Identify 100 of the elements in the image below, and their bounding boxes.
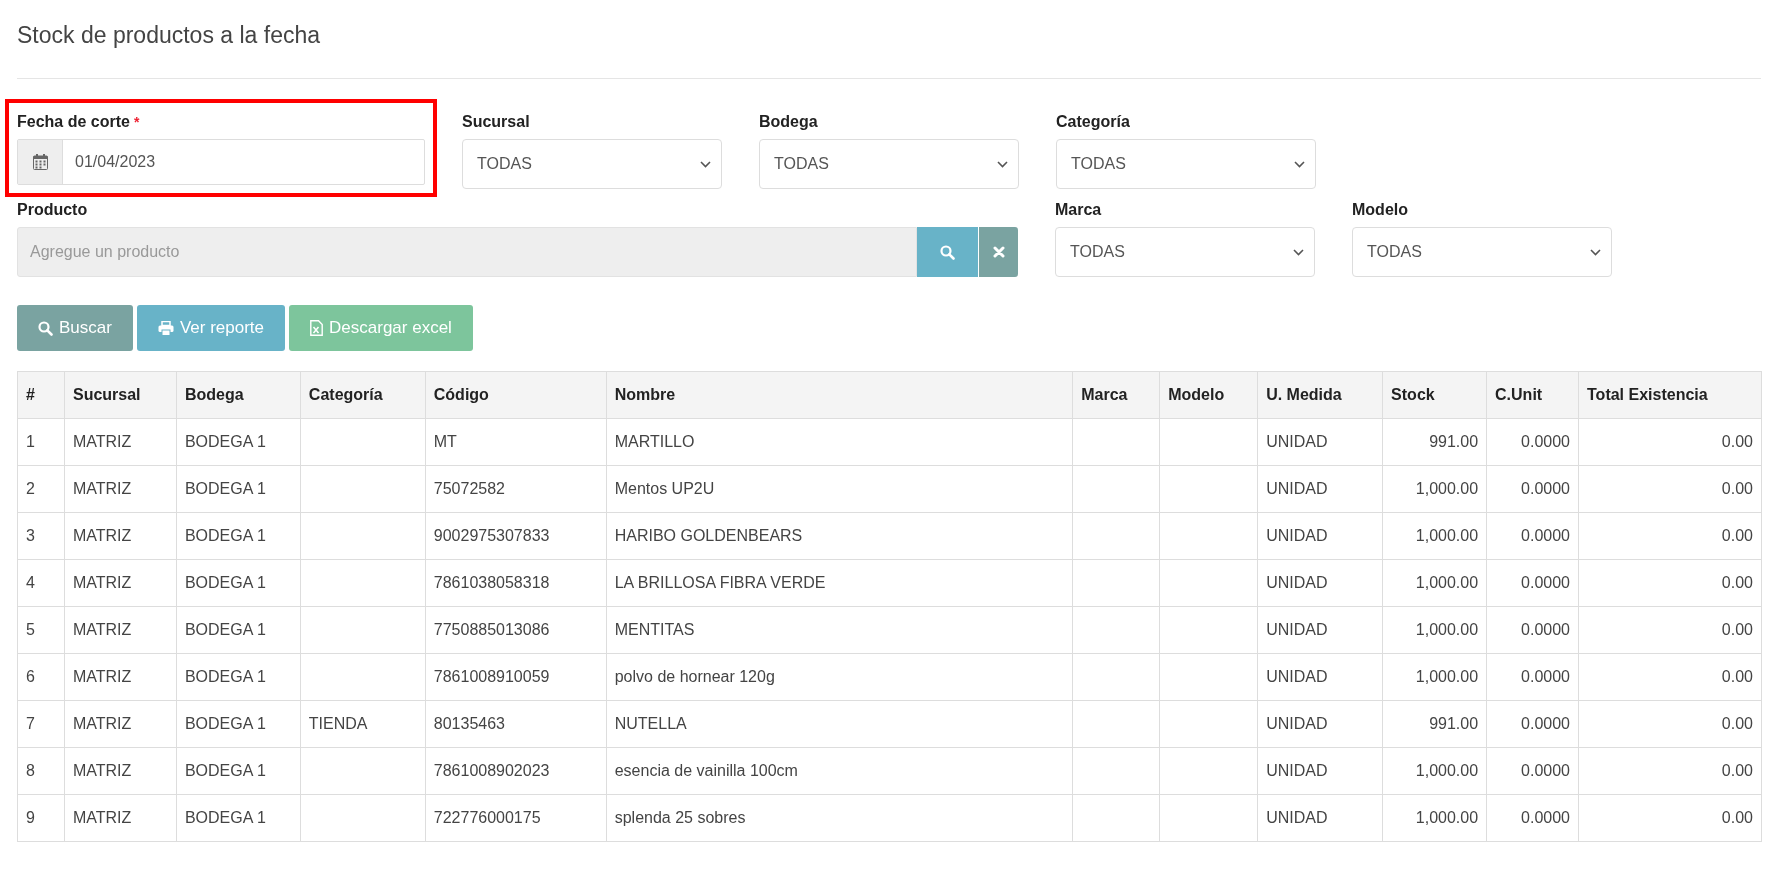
clear-button[interactable] bbox=[978, 227, 1018, 277]
table-cell: BODEGA 1 bbox=[176, 794, 301, 842]
table-cell: 0.00 bbox=[1578, 512, 1762, 560]
field-value: TODAS bbox=[476, 155, 532, 173]
table-cell: 0.0000 bbox=[1486, 465, 1579, 513]
select-dropdown[interactable]: TODAS bbox=[462, 139, 722, 189]
table-cell: UNIDAD bbox=[1257, 559, 1383, 607]
field-label: Marca bbox=[1055, 201, 1102, 219]
table-cell: HARIBO GOLDENBEARS bbox=[606, 512, 1073, 560]
select-dropdown[interactable]: TODAS bbox=[1056, 139, 1316, 189]
table-cell: 0.00 bbox=[1578, 559, 1762, 607]
close-icon bbox=[992, 246, 1005, 258]
printer-icon bbox=[157, 320, 174, 336]
table-cell: 7 bbox=[17, 700, 65, 748]
field-value: 01/04/2023 bbox=[74, 153, 156, 171]
field-value: TODAS bbox=[1069, 243, 1125, 261]
table-cell: 7861008910059 bbox=[425, 653, 607, 701]
table-cell: 6 bbox=[17, 653, 65, 701]
table-cell: splenda 25 sobres bbox=[606, 794, 1073, 842]
table-cell: UNIDAD bbox=[1257, 747, 1383, 795]
column-header[interactable]: Stock bbox=[1382, 371, 1487, 419]
table-cell: 0.00 bbox=[1578, 700, 1762, 748]
table-cell: UNIDAD bbox=[1257, 653, 1383, 701]
field-label: Fecha de corte bbox=[17, 113, 130, 131]
table-cell: MATRIZ bbox=[64, 653, 177, 701]
field-value: TODAS bbox=[773, 155, 829, 173]
table-cell: MT bbox=[425, 418, 607, 466]
table-cell: BODEGA 1 bbox=[176, 559, 301, 607]
table-cell: 0.0000 bbox=[1486, 747, 1579, 795]
field-label: Modelo bbox=[1352, 201, 1408, 219]
table-cell: LA BRILLOSA FIBRA VERDE bbox=[606, 559, 1073, 607]
column-header[interactable]: Total Existencia bbox=[1578, 371, 1762, 419]
table-cell: 0.0000 bbox=[1486, 653, 1579, 701]
table-cell: MENTITAS bbox=[606, 606, 1073, 654]
table-cell: 7750885013086 bbox=[425, 606, 607, 654]
table-cell: BODEGA 1 bbox=[176, 653, 301, 701]
table-cell: UNIDAD bbox=[1257, 606, 1383, 654]
search-button[interactable] bbox=[917, 227, 978, 277]
column-header[interactable]: # bbox=[17, 371, 65, 419]
column-header[interactable]: Marca bbox=[1072, 371, 1160, 419]
column-header[interactable]: Bodega bbox=[176, 371, 301, 419]
select-dropdown[interactable]: TODAS bbox=[759, 139, 1019, 189]
table-cell: 0.0000 bbox=[1486, 794, 1579, 842]
chevron-down-icon bbox=[700, 160, 711, 168]
chevron-down-icon bbox=[1590, 248, 1601, 256]
table-cell: 991.00 bbox=[1382, 700, 1487, 748]
table-cell: 1,000.00 bbox=[1382, 794, 1487, 842]
table-cell: 0.0000 bbox=[1486, 559, 1579, 607]
table-cell: UNIDAD bbox=[1257, 700, 1383, 748]
table-cell: 0.00 bbox=[1578, 747, 1762, 795]
table-cell: Mentos UP2U bbox=[606, 465, 1073, 513]
search-icon bbox=[38, 320, 53, 336]
table-cell: 0.00 bbox=[1578, 794, 1762, 842]
required-mark: * bbox=[133, 114, 140, 130]
table-cell: BODEGA 1 bbox=[176, 465, 301, 513]
column-header[interactable]: C.Unit bbox=[1486, 371, 1579, 419]
column-header[interactable]: Sucursal bbox=[64, 371, 177, 419]
column-header[interactable]: Modelo bbox=[1159, 371, 1258, 419]
table-cell: 2 bbox=[17, 465, 65, 513]
table-cell: 1,000.00 bbox=[1382, 606, 1487, 654]
table-cell: 4 bbox=[17, 559, 65, 607]
field-label: Producto bbox=[17, 201, 88, 219]
table-cell: 1 bbox=[17, 418, 65, 466]
column-header[interactable]: Nombre bbox=[606, 371, 1073, 419]
field-value: TODAS bbox=[1070, 155, 1126, 173]
chevron-down-icon bbox=[1293, 248, 1304, 256]
table-cell: 0.00 bbox=[1578, 606, 1762, 654]
table-cell: polvo de hornear 120g bbox=[606, 653, 1073, 701]
column-header[interactable]: Código bbox=[425, 371, 607, 419]
table-cell: BODEGA 1 bbox=[176, 747, 301, 795]
table-cell: 5 bbox=[17, 606, 65, 654]
table-cell: 0.0000 bbox=[1486, 418, 1579, 466]
table-cell: 3 bbox=[17, 512, 65, 560]
table-cell: BODEGA 1 bbox=[176, 512, 301, 560]
table-cell: 0.0000 bbox=[1486, 700, 1579, 748]
field-label: Categoría bbox=[1056, 113, 1130, 131]
select-dropdown[interactable]: TODAS bbox=[1055, 227, 1315, 277]
table-cell: 0.00 bbox=[1578, 465, 1762, 513]
chevron-down-icon bbox=[1294, 160, 1305, 168]
table-cell: 0.0000 bbox=[1486, 512, 1579, 560]
column-header[interactable]: U. Medida bbox=[1257, 371, 1383, 419]
table-cell: MATRIZ bbox=[64, 512, 177, 560]
table-cell: UNIDAD bbox=[1257, 794, 1383, 842]
field-value: TODAS bbox=[1366, 243, 1422, 261]
spreadsheet-file-icon bbox=[310, 320, 324, 336]
column-header[interactable]: Categoría bbox=[300, 371, 426, 419]
table-cell: 0.00 bbox=[1578, 653, 1762, 701]
date-field[interactable]: 01/04/2023 bbox=[17, 139, 425, 185]
table-cell: UNIDAD bbox=[1257, 418, 1383, 466]
table-cell: 991.00 bbox=[1382, 418, 1487, 466]
table-cell: BODEGA 1 bbox=[176, 700, 301, 748]
table-cell: 1,000.00 bbox=[1382, 653, 1487, 701]
table-cell: UNIDAD bbox=[1257, 512, 1383, 560]
table-cell: 0.00 bbox=[1578, 418, 1762, 466]
table-cell: MATRIZ bbox=[64, 794, 177, 842]
table-cell: 7861008902023 bbox=[425, 747, 607, 795]
select-dropdown[interactable]: TODAS bbox=[1352, 227, 1612, 277]
table-cell: 722776000175 bbox=[425, 794, 607, 842]
table-cell: 1,000.00 bbox=[1382, 465, 1487, 513]
page-title: Stock de productos a la fecha bbox=[17, 22, 321, 50]
